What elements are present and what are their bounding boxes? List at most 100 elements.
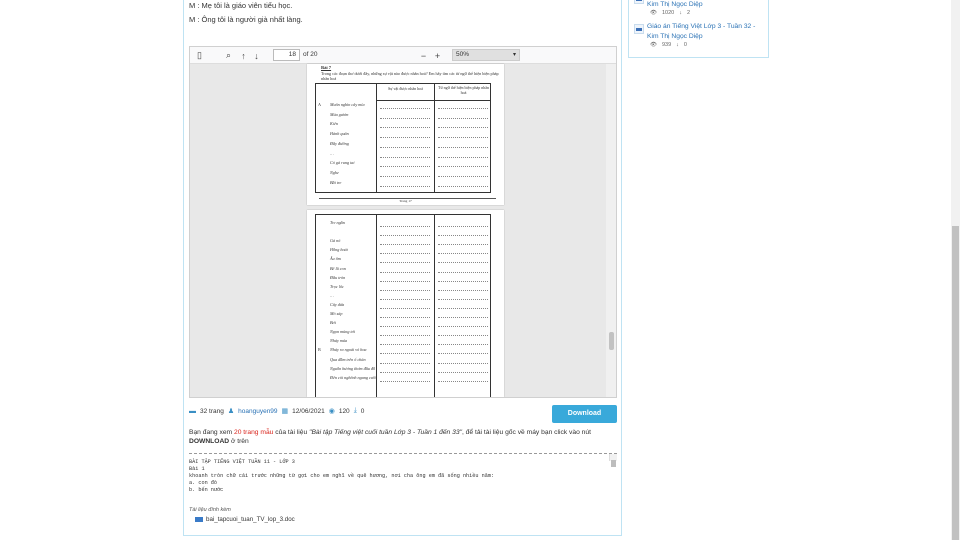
download-icon: ↓ — [679, 10, 682, 16]
answer-blank — [380, 317, 430, 318]
preview-line: a. con đò — [189, 480, 218, 486]
sidebar-toggle-icon[interactable]: ▯ — [194, 50, 205, 61]
answer-blank — [438, 166, 488, 168]
answer-blank — [438, 156, 488, 158]
desc-text: , để tải tài liệu gốc về máy bạn click v… — [461, 429, 591, 436]
zoom-out-button[interactable]: − — [418, 50, 429, 61]
doc-file-icon — [195, 517, 203, 522]
answer-blank — [438, 353, 488, 355]
answer-blank — [380, 307, 430, 309]
answer-blank — [380, 371, 430, 373]
answer-blank — [380, 289, 430, 291]
download-count: 0 — [683, 42, 687, 48]
page-number-input[interactable]: 18 — [273, 49, 300, 61]
answer-blank — [438, 262, 488, 264]
answer-blank — [438, 108, 488, 109]
table-cell: Cây dừa — [330, 301, 345, 307]
arrow-down-icon[interactable]: ↓ — [251, 50, 262, 61]
page-scrollbar[interactable] — [951, 0, 960, 540]
pdf-scrollbar[interactable] — [606, 64, 616, 397]
table-cell: Hồng hoát — [330, 247, 348, 253]
table-cell: Muôn nghìn cây mía — [330, 102, 365, 107]
exercise-instruction: Trong các đoạn thơ dưới đây, những sự vậ… — [321, 71, 499, 81]
table-cell: Kiến — [330, 121, 338, 127]
description: Bạn đang xem 20 trang mẫu của tài liệu "… — [189, 428, 619, 446]
answer-blank — [380, 253, 430, 255]
table-cell: Bầi tre — [330, 179, 342, 185]
upload-date: 12/06/2021 — [292, 407, 325, 415]
table-header: Từ ngữ thể hiện biện pháp nhân hoá — [438, 85, 489, 95]
answer-blank — [380, 271, 430, 273]
attachment-link[interactable]: bai_tapcuoi_tuan_TV_lop_3.doc — [195, 516, 295, 523]
answer-blank — [438, 289, 488, 291]
answer-blank — [438, 175, 488, 177]
answer-blank — [438, 244, 488, 246]
section-marker: A — [318, 102, 322, 107]
answer-blank — [438, 127, 488, 129]
answer-blank — [438, 226, 488, 227]
related-doc-title[interactable]: Kim Thị Ngọc Diệp — [647, 0, 765, 10]
preview-scrollbar[interactable] — [609, 454, 617, 467]
answer-blank — [380, 175, 430, 177]
table-cell: Đầy đường — [330, 140, 349, 146]
answer-table: Tre ngần Gà nó Hồng hoát Âu ôm Bế lũ con Đầu … — [315, 214, 491, 397]
page-count-text: 32 trang — [200, 407, 224, 415]
table-cell: Nhảy ra ngoài vỏ hoa — [330, 347, 367, 353]
answer-blank — [380, 127, 430, 129]
doc-thumbnail — [634, 24, 644, 34]
pdf-scroll-thumb[interactable] — [609, 332, 614, 350]
answer-blank — [438, 253, 488, 255]
zoom-in-button[interactable]: + — [432, 50, 443, 61]
answer-blank — [380, 226, 430, 227]
table-cell: Nhảy múa — [330, 338, 348, 344]
eye-icon: ◉ — [328, 408, 335, 415]
answer-blank — [438, 380, 488, 382]
answer-blank — [380, 362, 430, 364]
answer-blank — [380, 280, 430, 282]
table-cell: Bế lũ con — [330, 265, 346, 271]
answer-blank — [438, 317, 488, 318]
answer-blank — [380, 244, 430, 246]
related-docs-panel: Kim Thị Ngọc Diệp 👁 1020 ↓ 2 Giáo án Tiếng… — [628, 0, 769, 58]
intro-line: M : Ông tôi là người già nhất làng. — [189, 15, 303, 24]
pdf-viewer: ▯ ⌕ ↑ ↓ 18 of 20 − + 50% ▾ Bài 7 Trong c… — [189, 46, 617, 398]
answer-blank — [438, 307, 488, 309]
page-scroll-thumb[interactable] — [952, 226, 959, 540]
answer-blank — [380, 117, 430, 119]
pdf-canvas[interactable]: Bài 7 Trong các đoạn thơ dưới đây, những… — [190, 64, 616, 397]
answer-blank — [438, 371, 488, 373]
table-cell: Trọc lốc — [330, 283, 344, 289]
table-cell: Nguồn hương thơm đầu đồ — [330, 365, 376, 371]
preview-scroll-thumb[interactable] — [611, 460, 616, 467]
table-cell: … — [330, 150, 334, 156]
table-cell: Ngọn mùng tơi — [330, 329, 356, 335]
zoom-select[interactable]: 50% ▾ — [452, 49, 520, 61]
download-button[interactable]: Download — [552, 405, 617, 423]
sample-pages: 20 trang mẫu — [233, 429, 274, 436]
preview-line: khoanh tròn chữ cái trước những từ gợi c… — [189, 473, 495, 479]
answer-blank — [380, 137, 430, 139]
answer-blank — [438, 146, 488, 148]
download-count: 0 — [360, 407, 365, 415]
author-link[interactable]: hoanguyen99 — [238, 408, 277, 415]
table-cell: … — [330, 292, 334, 298]
arrow-up-icon[interactable]: ↑ — [238, 50, 249, 61]
answer-blank — [438, 298, 488, 300]
related-doc-title[interactable]: Giáo án Tiếng Việt Lớp 3 - Tuần 32 - Kim… — [647, 22, 765, 41]
table-cell: Cỏ gà rung tai — [330, 160, 355, 166]
desc-text: Bạn đang xem — [189, 429, 234, 436]
page: M : Mẹ tôi là giáo viên tiểu học. M : Ôn… — [0, 0, 960, 540]
desc-text: của tài liệu — [273, 429, 310, 436]
related-doc-stats: 👁 1020 ↓ 2 — [650, 10, 690, 16]
table-cell: Đầu tròn — [330, 274, 346, 280]
search-icon[interactable]: ⌕ — [223, 50, 234, 61]
page-footer: Trang 17 — [399, 199, 412, 203]
text-preview[interactable]: BÀI TẬP TIẾNG VIỆT TUẦN 11 - LỚP 3 Bài 1… — [189, 453, 617, 501]
doc-thumbnail — [634, 0, 644, 4]
answer-blank — [380, 326, 430, 328]
answer-blank — [438, 335, 488, 337]
answer-blank — [438, 185, 488, 187]
answer-blank — [380, 262, 430, 264]
answer-table: Sự vật được nhân hoá Từ ngữ thể hiện biệ… — [315, 83, 491, 193]
answer-blank — [380, 344, 430, 346]
